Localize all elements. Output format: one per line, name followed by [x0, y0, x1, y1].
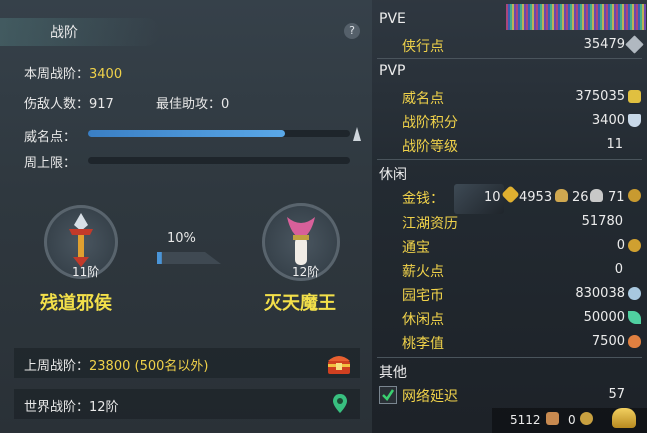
weekly-rank-label: 本周战阶：	[24, 67, 90, 82]
row-value: 35479	[583, 37, 625, 52]
money-gold: 10	[484, 190, 501, 205]
weekly-cap-bar	[88, 157, 350, 164]
latency-checkbox[interactable]	[379, 386, 397, 404]
last-week-value: 23800 (500名以外)	[89, 359, 209, 374]
section-pvp: PVP	[379, 63, 406, 79]
footer-coin-icon	[580, 412, 593, 425]
coin-icon	[628, 239, 641, 252]
battle-rank-panel: 战阶 ? 本周战阶：3400 伤敌人数：917 最佳助攻：0 威名点： 周上限：…	[0, 0, 372, 433]
row-label: 战阶积分	[402, 115, 458, 131]
latency-value: 57	[608, 387, 625, 402]
row-value: 50000	[583, 310, 625, 325]
next-rank-tier: 12阶	[292, 265, 320, 279]
money-wen: 71	[608, 190, 625, 205]
leaf-icon	[628, 311, 641, 324]
separator	[377, 159, 642, 160]
help-icon[interactable]: ?	[344, 23, 360, 39]
separator	[377, 357, 642, 358]
rank-progress-text: 10%	[167, 231, 196, 246]
weekly-rank-value: 3400	[89, 67, 123, 82]
row-value: 11	[606, 137, 623, 152]
money-label: 金钱：	[402, 191, 444, 207]
assist-label: 最佳助攻：	[156, 97, 222, 112]
row-label: 园宅币	[402, 288, 444, 304]
assist-row: 最佳助攻：0	[156, 93, 229, 112]
flag-icon	[353, 127, 361, 141]
section-other: 其他	[379, 365, 407, 381]
row-label: 侠行点	[402, 39, 444, 55]
gourd-icon	[628, 335, 641, 348]
money-copper: 26	[572, 190, 589, 205]
location-pin-icon[interactable]	[332, 393, 348, 415]
world-rank-label: 世界战阶：	[24, 400, 90, 415]
crest-icon	[628, 114, 641, 127]
row-value: 0	[614, 262, 623, 277]
row-label: 休闲点	[402, 312, 444, 328]
coin-icon	[628, 189, 641, 202]
money-silver: 4953	[519, 190, 553, 205]
weekly-rank-row: 本周战阶：3400	[24, 63, 122, 82]
prestige-label: 威名点：	[24, 130, 77, 145]
row-value: 51780	[581, 214, 623, 229]
panel-header: 战阶 ?	[0, 14, 372, 48]
row-value: 0	[616, 238, 625, 253]
current-rank-name: 残道邪侯	[40, 293, 112, 314]
silver-ingot-icon	[555, 189, 568, 202]
kills-row: 伤敌人数：917	[24, 93, 114, 112]
footer-badge-icon	[546, 412, 559, 425]
kills-value: 917	[89, 97, 114, 112]
copper-ingot-icon	[590, 189, 603, 202]
swirl-icon	[628, 287, 641, 300]
row-value: 830038	[575, 286, 625, 301]
row-value: 375035	[575, 89, 625, 104]
row-label: 威名点	[402, 91, 444, 107]
weekly-cap-label: 周上限：	[24, 156, 77, 171]
panel-title: 战阶	[50, 25, 78, 41]
footer-value-1: 5112	[510, 413, 541, 427]
currency-panel: PVE 侠行点 35479 PVP 威名点 375035 战阶积分 3400 战阶等级 11…	[372, 0, 647, 433]
row-value: 3400	[591, 113, 625, 128]
current-rank-tier: 11阶	[72, 265, 100, 279]
header-swoosh	[0, 18, 160, 46]
next-rank-name: 灭天魔王	[264, 293, 336, 314]
row-label: 桃李值	[402, 336, 444, 352]
kills-label: 伤敌人数：	[24, 97, 90, 112]
row-label: 江湖资历	[402, 216, 458, 232]
gold-ingot-large-icon[interactable]	[612, 408, 636, 428]
last-week-label: 上周战阶：	[24, 359, 90, 374]
footer-value-2: 0	[568, 413, 576, 427]
separator	[377, 58, 642, 59]
row-label: 通宝	[402, 240, 430, 256]
latency-label: 网络延迟	[402, 389, 458, 405]
last-week-row: 上周战阶：23800 (500名以外)	[24, 355, 208, 374]
decorative-stripes	[506, 4, 646, 30]
world-rank-value: 12阶	[89, 400, 119, 415]
row-value: 7500	[591, 334, 625, 349]
check-icon	[382, 389, 395, 401]
assist-value: 0	[221, 97, 230, 112]
section-pve: PVE	[379, 11, 406, 27]
prestige-bar-fill	[88, 130, 285, 137]
treasure-chest-icon[interactable]	[326, 351, 352, 377]
world-rank-row: 世界战阶：12阶	[24, 396, 119, 415]
rank-progress-bar	[157, 252, 221, 264]
medal-icon	[628, 90, 641, 103]
prestige-bar	[88, 130, 350, 137]
row-label: 薪火点	[402, 264, 444, 280]
section-leisure: 休闲	[379, 167, 407, 183]
row-label: 战阶等级	[402, 139, 458, 155]
